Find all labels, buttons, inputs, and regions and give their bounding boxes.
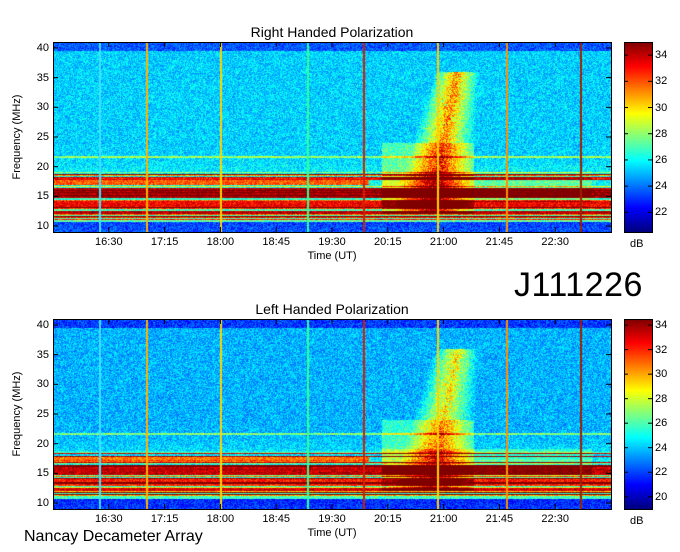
top-cbar-tick-label: 28 xyxy=(655,127,668,140)
bottom-x-tick-label: 18:45 xyxy=(262,513,290,525)
bottom-cbar-tick-label: 32 xyxy=(655,343,668,356)
top-x-tick-label: 21:00 xyxy=(429,236,458,248)
top-cbar-tick-label: 22 xyxy=(655,206,668,219)
bottom-cbar-tick-label: 30 xyxy=(655,368,668,381)
bottom-plot-frame xyxy=(53,319,612,510)
bottom-x-tick-label: 17:15 xyxy=(150,513,179,525)
top-y-tick-label: 35 xyxy=(36,71,49,84)
bottom-x-tick-label: 22:30 xyxy=(541,513,569,525)
top-y-tick-label: 25 xyxy=(36,131,49,143)
top-y-tick-label: 30 xyxy=(36,101,49,114)
bottom-y-tick-label: 10 xyxy=(36,497,49,510)
bottom-x-tick-label: 21:45 xyxy=(485,513,514,525)
top-y-tick-label: 10 xyxy=(36,220,49,233)
bottom-cbar-tick-label: 28 xyxy=(655,392,668,405)
top-y-tick-label: 15 xyxy=(36,190,49,203)
bottom-x-tick-label: 16:30 xyxy=(95,513,123,525)
bottom-x-tick-label: 20:15 xyxy=(374,513,402,525)
bottom-y-tick-label: 40 xyxy=(36,318,49,331)
top-y-tick-label: 20 xyxy=(36,160,49,173)
bottom-cbar-tick-label: 26 xyxy=(655,417,668,430)
top-cbar-tick-label: 26 xyxy=(655,153,668,166)
top-x-tick-label: 21:45 xyxy=(485,236,514,248)
top-x-tick-label: 17:15 xyxy=(150,236,179,248)
bottom-y-tick-label: 35 xyxy=(36,348,49,361)
top-x-tick-label: 20:15 xyxy=(374,236,402,248)
top-x-tick-label: 16:30 xyxy=(95,236,123,248)
bottom-cbar-tick-label: 22 xyxy=(655,466,668,479)
bottom-y-tick-label: 20 xyxy=(36,437,49,450)
top-cbar-tick-label: 30 xyxy=(655,101,668,114)
bottom-y-tick-label: 15 xyxy=(36,467,49,480)
bottom-cbar-tick-label: 24 xyxy=(655,441,668,454)
top-x-tick-label: 18:45 xyxy=(262,236,290,248)
top-y-tick-label: 40 xyxy=(36,41,49,54)
bottom-cbar-tick-label: 34 xyxy=(655,319,668,332)
top-x-tick-label: 18:00 xyxy=(206,236,235,248)
top-plot-frame xyxy=(53,42,612,233)
bottom-x-tick-label: 19:30 xyxy=(318,513,346,525)
top-x-tick-label: 22:30 xyxy=(541,236,569,248)
bottom-x-tick-label: 18:00 xyxy=(206,513,235,525)
top-cbar-tick-label: 24 xyxy=(655,180,668,193)
axes-frames xyxy=(53,42,653,510)
bottom-y-tick-label: 25 xyxy=(36,408,49,420)
top-colorbar-frame xyxy=(624,42,653,233)
bottom-cbar-tick-label: 20 xyxy=(655,490,668,503)
top-cbar-tick-label: 34 xyxy=(655,49,668,62)
bottom-x-tick-label: 21:00 xyxy=(429,513,458,525)
top-cbar-tick-label: 32 xyxy=(655,75,668,88)
bottom-colorbar-frame xyxy=(624,319,653,510)
top-x-tick-label: 19:30 xyxy=(318,236,346,248)
bottom-y-tick-label: 30 xyxy=(36,378,49,391)
